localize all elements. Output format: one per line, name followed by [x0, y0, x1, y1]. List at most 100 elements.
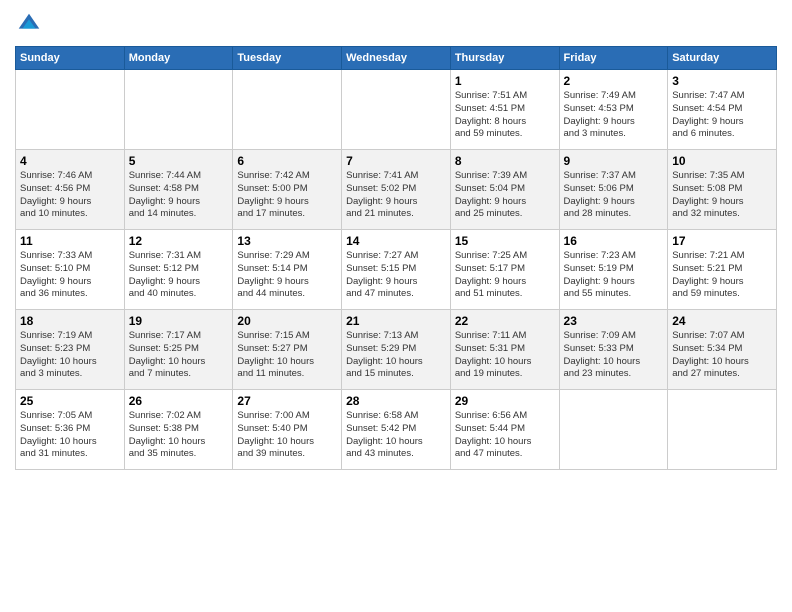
calendar-cell: 14 Sunrise: 7:27 AM Sunset: 5:15 PM Dayli… — [342, 230, 451, 310]
calendar-cell: 20 Sunrise: 7:15 AM Sunset: 5:27 PM Dayli… — [233, 310, 342, 390]
day-number: 19 — [129, 314, 229, 328]
day-number: 15 — [455, 234, 555, 248]
day-info: Sunrise: 7:47 AM Sunset: 4:54 PM Dayligh… — [672, 90, 772, 141]
day-number: 8 — [455, 154, 555, 168]
day-number: 13 — [237, 234, 337, 248]
day-info: Sunrise: 7:35 AM Sunset: 5:08 PM Dayligh… — [672, 170, 772, 221]
calendar-cell: 21 Sunrise: 7:13 AM Sunset: 5:29 PM Dayli… — [342, 310, 451, 390]
calendar-cell: 26Sunrise: 7:02 AM Sunset: 5:38 PM Dayli… — [124, 390, 233, 470]
calendar-cell — [124, 70, 233, 150]
calendar-cell: 23 Sunrise: 7:09 AM Sunset: 5:33 PM Dayli… — [559, 310, 668, 390]
calendar-cell: 15 Sunrise: 7:25 AM Sunset: 5:17 PM Dayli… — [450, 230, 559, 310]
calendar-cell: 27 Sunrise: 7:00 AM Sunset: 5:40 PM Dayli… — [233, 390, 342, 470]
day-number: 18 — [20, 314, 120, 328]
logo — [15, 10, 47, 38]
day-number: 17 — [672, 234, 772, 248]
day-number: 11 — [20, 234, 120, 248]
day-info: Sunrise: 7:23 AM Sunset: 5:19 PM Dayligh… — [564, 250, 664, 301]
day-info: Sunrise: 7:29 AM Sunset: 5:14 PM Dayligh… — [237, 250, 337, 301]
day-info: Sunrise: 7:19 AM Sunset: 5:23 PM Dayligh… — [20, 330, 120, 381]
calendar-cell: 13 Sunrise: 7:29 AM Sunset: 5:14 PM Dayli… — [233, 230, 342, 310]
week-row-5: 25 Sunrise: 7:05 AM Sunset: 5:36 PM Dayli… — [16, 390, 777, 470]
calendar-cell: 16Sunrise: 7:23 AM Sunset: 5:19 PM Dayli… — [559, 230, 668, 310]
day-number: 22 — [455, 314, 555, 328]
day-number: 25 — [20, 394, 120, 408]
calendar-cell: 6 Sunrise: 7:42 AM Sunset: 5:00 PM Daylig… — [233, 150, 342, 230]
day-info: Sunrise: 7:07 AM Sunset: 5:34 PM Dayligh… — [672, 330, 772, 381]
calendar-cell: 2 Sunrise: 7:49 AM Sunset: 4:53 PM Daylig… — [559, 70, 668, 150]
day-number: 27 — [237, 394, 337, 408]
day-info: Sunrise: 7:15 AM Sunset: 5:27 PM Dayligh… — [237, 330, 337, 381]
calendar-cell — [668, 390, 777, 470]
day-info: Sunrise: 7:41 AM Sunset: 5:02 PM Dayligh… — [346, 170, 446, 221]
day-header-monday: Monday — [124, 47, 233, 70]
calendar-cell — [16, 70, 125, 150]
day-number: 3 — [672, 74, 772, 88]
day-info: Sunrise: 7:51 AM Sunset: 4:51 PM Dayligh… — [455, 90, 555, 141]
day-number: 7 — [346, 154, 446, 168]
day-number: 24 — [672, 314, 772, 328]
day-number: 2 — [564, 74, 664, 88]
day-number: 6 — [237, 154, 337, 168]
calendar-body: 1 Sunrise: 7:51 AM Sunset: 4:51 PM Daylig… — [16, 70, 777, 470]
day-info: Sunrise: 7:00 AM Sunset: 5:40 PM Dayligh… — [237, 410, 337, 461]
day-info: Sunrise: 7:27 AM Sunset: 5:15 PM Dayligh… — [346, 250, 446, 301]
calendar-cell: 18 Sunrise: 7:19 AM Sunset: 5:23 PM Dayli… — [16, 310, 125, 390]
day-number: 29 — [455, 394, 555, 408]
calendar-cell — [233, 70, 342, 150]
day-number: 21 — [346, 314, 446, 328]
day-info: Sunrise: 7:42 AM Sunset: 5:00 PM Dayligh… — [237, 170, 337, 221]
day-number: 9 — [564, 154, 664, 168]
day-info: Sunrise: 7:31 AM Sunset: 5:12 PM Dayligh… — [129, 250, 229, 301]
day-number: 28 — [346, 394, 446, 408]
day-header-saturday: Saturday — [668, 47, 777, 70]
day-info: Sunrise: 7:44 AM Sunset: 4:58 PM Dayligh… — [129, 170, 229, 221]
calendar-cell: 8Sunrise: 7:39 AM Sunset: 5:04 PM Daylig… — [450, 150, 559, 230]
day-number: 20 — [237, 314, 337, 328]
day-info: Sunrise: 7:37 AM Sunset: 5:06 PM Dayligh… — [564, 170, 664, 221]
calendar-cell: 25 Sunrise: 7:05 AM Sunset: 5:36 PM Dayli… — [16, 390, 125, 470]
calendar-cell: 19 Sunrise: 7:17 AM Sunset: 5:25 PM Dayli… — [124, 310, 233, 390]
calendar-cell: 11 Sunrise: 7:33 AM Sunset: 5:10 PM Dayli… — [16, 230, 125, 310]
calendar-cell: 12 Sunrise: 7:31 AM Sunset: 5:12 PM Dayli… — [124, 230, 233, 310]
day-number: 10 — [672, 154, 772, 168]
day-info: Sunrise: 7:05 AM Sunset: 5:36 PM Dayligh… — [20, 410, 120, 461]
day-header-thursday: Thursday — [450, 47, 559, 70]
day-number: 5 — [129, 154, 229, 168]
week-row-1: 1 Sunrise: 7:51 AM Sunset: 4:51 PM Daylig… — [16, 70, 777, 150]
calendar-cell: 7 Sunrise: 7:41 AM Sunset: 5:02 PM Daylig… — [342, 150, 451, 230]
logo-icon — [15, 10, 43, 38]
day-info: Sunrise: 7:02 AM Sunset: 5:38 PM Dayligh… — [129, 410, 229, 461]
days-header-row: SundayMondayTuesdayWednesdayThursdayFrid… — [16, 47, 777, 70]
week-row-3: 11 Sunrise: 7:33 AM Sunset: 5:10 PM Dayli… — [16, 230, 777, 310]
day-info: Sunrise: 7:17 AM Sunset: 5:25 PM Dayligh… — [129, 330, 229, 381]
day-info: Sunrise: 7:11 AM Sunset: 5:31 PM Dayligh… — [455, 330, 555, 381]
day-info: Sunrise: 7:13 AM Sunset: 5:29 PM Dayligh… — [346, 330, 446, 381]
day-number: 23 — [564, 314, 664, 328]
calendar-cell: 1 Sunrise: 7:51 AM Sunset: 4:51 PM Daylig… — [450, 70, 559, 150]
calendar-cell: 4Sunrise: 7:46 AM Sunset: 4:56 PM Daylig… — [16, 150, 125, 230]
calendar-cell: 5 Sunrise: 7:44 AM Sunset: 4:58 PM Daylig… — [124, 150, 233, 230]
day-header-wednesday: Wednesday — [342, 47, 451, 70]
calendar-header: SundayMondayTuesdayWednesdayThursdayFrid… — [16, 47, 777, 70]
calendar-cell — [342, 70, 451, 150]
calendar-cell: 24 Sunrise: 7:07 AM Sunset: 5:34 PM Dayli… — [668, 310, 777, 390]
day-header-friday: Friday — [559, 47, 668, 70]
day-info: Sunrise: 7:09 AM Sunset: 5:33 PM Dayligh… — [564, 330, 664, 381]
day-number: 12 — [129, 234, 229, 248]
calendar-cell: 29 Sunrise: 6:56 AM Sunset: 5:44 PM Dayli… — [450, 390, 559, 470]
day-header-tuesday: Tuesday — [233, 47, 342, 70]
day-info: Sunrise: 7:33 AM Sunset: 5:10 PM Dayligh… — [20, 250, 120, 301]
calendar-cell: 10 Sunrise: 7:35 AM Sunset: 5:08 PM Dayli… — [668, 150, 777, 230]
day-number: 14 — [346, 234, 446, 248]
day-info: Sunrise: 7:49 AM Sunset: 4:53 PM Dayligh… — [564, 90, 664, 141]
day-header-sunday: Sunday — [16, 47, 125, 70]
day-info: Sunrise: 7:21 AM Sunset: 5:21 PM Dayligh… — [672, 250, 772, 301]
day-info: Sunrise: 7:46 AM Sunset: 4:56 PM Dayligh… — [20, 170, 120, 221]
calendar-cell: 28Sunrise: 6:58 AM Sunset: 5:42 PM Dayli… — [342, 390, 451, 470]
day-info: Sunrise: 6:56 AM Sunset: 5:44 PM Dayligh… — [455, 410, 555, 461]
day-info: Sunrise: 7:25 AM Sunset: 5:17 PM Dayligh… — [455, 250, 555, 301]
day-number: 1 — [455, 74, 555, 88]
calendar-cell: 3 Sunrise: 7:47 AM Sunset: 4:54 PM Daylig… — [668, 70, 777, 150]
page-header — [15, 10, 777, 38]
